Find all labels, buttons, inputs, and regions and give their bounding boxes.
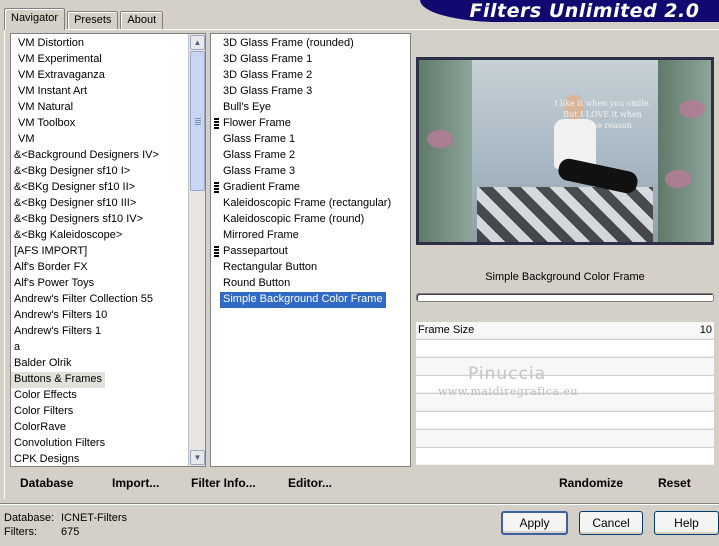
category-item[interactable]: &<Bkg Designer sf10 I> — [11, 164, 133, 180]
filter-item[interactable]: 3D Glass Frame 3 — [220, 84, 315, 100]
category-item[interactable]: VM Extravaganza — [15, 68, 108, 84]
status-database-label: Database: — [4, 512, 55, 524]
category-item[interactable]: ColorRave — [11, 420, 69, 436]
filter-item[interactable]: 3D Glass Frame 2 — [220, 68, 315, 84]
category-item[interactable]: Andrew's Filters 1 — [11, 324, 104, 340]
category-item[interactable]: Andrew's Filters 10 — [11, 308, 110, 324]
tab-bar: Navigator Presets About — [4, 8, 165, 30]
preview-frame: I like it when you smile. But I LOVE it … — [416, 57, 714, 245]
category-item[interactable]: Convolution Filters — [11, 436, 108, 452]
filter-item[interactable]: Bull's Eye — [220, 100, 274, 116]
status-filters-value: 675 — [61, 526, 80, 538]
category-item[interactable]: CPK Designs — [11, 452, 82, 466]
preview-pillar-right — [658, 60, 711, 242]
cancel-button[interactable]: Cancel — [579, 511, 643, 535]
preview-pillar-left — [419, 60, 472, 242]
category-item[interactable]: &<Bkg Designers sf10 IV> — [11, 212, 146, 228]
status-filters-label: Filters: — [4, 526, 37, 538]
category-item[interactable]: Color Filters — [11, 404, 76, 420]
watermark-name: Pinuccia — [468, 364, 546, 384]
quote-line: But I LOVE it when — [563, 110, 642, 119]
scroll-down-icon[interactable]: ▼ — [190, 450, 205, 465]
filter-item[interactable]: Passepartout — [220, 244, 291, 260]
category-item[interactable]: VM — [15, 132, 38, 148]
watermark-url: www.maidiregrafica.eu — [438, 385, 579, 398]
preview-image: I like it when you smile. But I LOVE it … — [419, 60, 711, 242]
filter-item[interactable]: 3D Glass Frame (rounded) — [220, 36, 357, 52]
filter-item[interactable]: Simple Background Color Frame — [220, 292, 386, 308]
category-item[interactable]: a — [11, 340, 23, 356]
status-info: Database: ICNET-Filters Filters: 675 — [4, 511, 127, 539]
favorite-marker-icon — [214, 182, 219, 194]
category-item[interactable]: &<Bkg Designer sf10 III> — [11, 196, 139, 212]
param-row-empty — [416, 358, 714, 375]
category-item[interactable]: Alf's Border FX — [11, 260, 91, 276]
param-row-empty — [416, 412, 714, 429]
favorite-marker-icon — [214, 118, 219, 130]
preview-flowers — [679, 100, 705, 118]
filter-item[interactable]: Kaleidoscopic Frame (round) — [220, 212, 367, 228]
filter-item[interactable]: Mirrored Frame — [220, 228, 302, 244]
category-item[interactable]: VM Natural — [15, 100, 76, 116]
navigator-toolbar: Database Import... Filter Info... Editor… — [10, 470, 714, 496]
category-item[interactable]: VM Toolbox — [15, 116, 78, 132]
preview-flowers — [665, 170, 691, 188]
filter-item[interactable]: 3D Glass Frame 1 — [220, 52, 315, 68]
filter-item[interactable]: Flower Frame — [220, 116, 294, 132]
filter-item[interactable]: Glass Frame 1 — [220, 132, 298, 148]
filter-item[interactable]: Kaleidoscopic Frame (rectangular) — [220, 196, 394, 212]
filter-item[interactable]: Rectangular Button — [220, 260, 320, 276]
quote-line: I'm the reason — [573, 121, 632, 130]
category-item[interactable]: Andrew's Filter Collection 55 — [11, 292, 156, 308]
preview-quote: I like it when you smile. But I LOVE it … — [554, 98, 651, 131]
randomize-button[interactable]: Randomize — [559, 476, 623, 490]
reset-button[interactable]: Reset — [658, 476, 691, 490]
scroll-up-icon[interactable]: ▲ — [190, 35, 205, 50]
divider — [0, 503, 719, 505]
tab-navigator[interactable]: Navigator — [4, 8, 66, 30]
filter-item[interactable]: Gradient Frame — [220, 180, 303, 196]
tab-presets[interactable]: Presets — [67, 11, 119, 30]
filter-list[interactable]: 3D Glass Frame (rounded) 3D Glass Frame 1… — [210, 33, 411, 467]
editor-button[interactable]: Editor... — [288, 476, 332, 490]
param-label: Frame Size — [418, 324, 475, 336]
import-button[interactable]: Import... — [112, 476, 159, 490]
filter-item[interactable]: Glass Frame 2 — [220, 148, 298, 164]
progress-bar — [416, 293, 714, 302]
param-row-empty — [416, 430, 714, 447]
grip-icon — [195, 118, 201, 126]
apply-button[interactable]: Apply — [501, 511, 568, 535]
banner-title: Filters Unlimited 2.0 — [469, 0, 700, 22]
category-item[interactable]: Alf's Power Toys — [11, 276, 97, 292]
category-scrollbar[interactable]: ▲ ▼ — [188, 34, 205, 466]
quote-line: I like it when you smile. — [554, 99, 651, 108]
tab-about[interactable]: About — [120, 11, 164, 30]
help-button[interactable]: Help — [654, 511, 719, 535]
category-item[interactable]: Buttons & Frames — [11, 372, 106, 388]
category-item[interactable]: VM Experimental — [15, 52, 105, 68]
category-item[interactable]: [AFS IMPORT] — [11, 244, 90, 260]
param-row-empty — [416, 340, 714, 357]
status-database-value: ICNET-Filters — [61, 512, 127, 524]
category-item[interactable]: &<Bkg Kaleidoscope> — [11, 228, 125, 244]
category-item[interactable]: &<Background Designers IV> — [11, 148, 162, 164]
preview-flowers — [427, 130, 453, 148]
param-row-empty — [416, 448, 714, 465]
filter-item[interactable]: Glass Frame 3 — [220, 164, 298, 180]
category-item[interactable]: Balder Olrik — [11, 356, 74, 372]
category-list[interactable]: VM Distortion VM Experimental VM Extravaga… — [10, 33, 206, 467]
database-button[interactable]: Database — [20, 476, 73, 490]
scroll-thumb[interactable] — [190, 51, 205, 191]
category-item[interactable]: Color Effects — [11, 388, 80, 404]
favorite-marker-icon — [214, 246, 219, 258]
category-item[interactable]: VM Instant Art — [15, 84, 90, 100]
title-banner: Filters Unlimited 2.0 — [420, 0, 719, 22]
filter-info-button[interactable]: Filter Info... — [191, 476, 256, 490]
filter-item[interactable]: Round Button — [220, 276, 293, 292]
param-row[interactable]: Frame Size 10 — [416, 322, 714, 339]
current-filter-name: Simple Background Color Frame — [485, 271, 645, 283]
param-value[interactable]: 10 — [700, 322, 712, 339]
category-item[interactable]: VM Distortion — [15, 36, 87, 52]
category-item[interactable]: &<BKg Designer sf10 II> — [11, 180, 138, 196]
